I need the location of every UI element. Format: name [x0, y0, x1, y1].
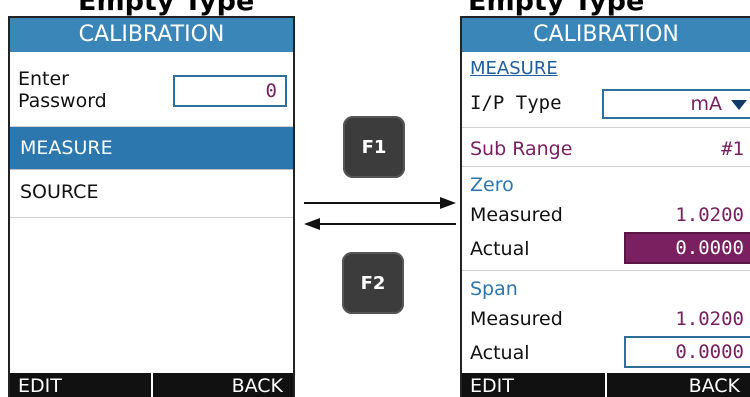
dropdown-arrow-icon — [731, 100, 747, 110]
span-actual-label: Actual — [470, 342, 530, 364]
measure-section-link[interactable]: MEASURE — [470, 58, 558, 79]
caption-right: Empty Type — [468, 0, 645, 16]
top-caption: Empty Type Empty Type — [0, 0, 750, 16]
edit-softkey[interactable]: EDIT — [10, 373, 151, 397]
password-label: Enter Password — [18, 68, 107, 112]
divider — [462, 270, 750, 271]
span-actual-input[interactable]: 0.0000 — [624, 336, 750, 368]
zero-actual-label: Actual — [470, 238, 530, 260]
span-measured-label: Measured — [470, 308, 563, 330]
calibration-measure-screen: CALIBRATION MEASURE I/P Type mA Sub Rang… — [460, 16, 750, 397]
zero-actual-input[interactable]: 0.0000 — [624, 232, 750, 264]
edit-softkey-label: EDIT — [18, 375, 62, 397]
transition-arrows — [304, 197, 456, 230]
zero-measured-label: Measured — [470, 204, 563, 226]
divider — [462, 127, 750, 128]
back-softkey[interactable]: BACK — [607, 373, 750, 397]
back-softkey-label: BACK — [231, 375, 283, 397]
divider — [10, 169, 293, 170]
calibration-password-screen: CALIBRATION Enter Password 0 MEASURE SOU… — [8, 16, 295, 397]
zero-heading: Zero — [470, 174, 514, 196]
menu-item-measure[interactable]: MEASURE — [10, 127, 293, 169]
screen-title: CALIBRATION — [462, 18, 750, 52]
password-input[interactable]: 0 — [173, 75, 287, 107]
screen-title: CALIBRATION — [10, 18, 293, 52]
f1-key[interactable]: F1 — [343, 116, 405, 178]
span-measured-value: 1.0200 — [675, 308, 744, 330]
ip-type-label: I/P Type — [470, 92, 562, 114]
password-label-line2: Password — [18, 90, 107, 112]
divider — [10, 217, 293, 218]
ip-type-value: mA — [690, 93, 722, 115]
f2-key[interactable]: F2 — [342, 252, 404, 314]
sub-range-label: Sub Range — [470, 138, 573, 160]
softkey-bar: EDIT BACK — [462, 373, 750, 397]
back-softkey-label: BACK — [688, 375, 740, 397]
edit-softkey-label: EDIT — [470, 375, 514, 397]
caption-left: Empty Type — [78, 0, 255, 16]
sub-range-value: #1 — [721, 138, 744, 160]
password-label-line1: Enter — [18, 68, 69, 90]
dropdown-toggle[interactable] — [728, 91, 750, 117]
back-softkey[interactable]: BACK — [152, 373, 293, 397]
back-arrow-icon — [304, 218, 456, 230]
forward-arrow-icon — [304, 197, 456, 209]
divider — [462, 166, 750, 167]
menu-item-source[interactable]: SOURCE — [10, 171, 293, 213]
zero-measured-value: 1.0200 — [675, 204, 744, 226]
span-heading: Span — [470, 278, 518, 300]
edit-softkey[interactable]: EDIT — [462, 373, 605, 397]
softkey-bar: EDIT BACK — [10, 373, 293, 397]
